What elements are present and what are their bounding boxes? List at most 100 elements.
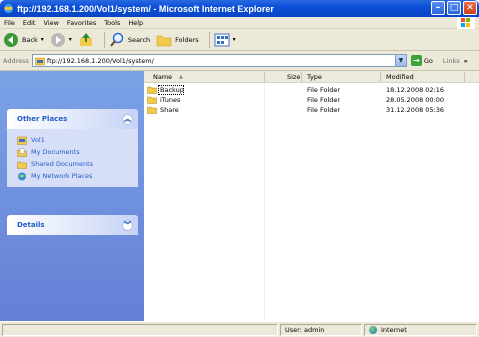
other-places-panel: Other Places ︽ Vol1 My Documents Shared … xyxy=(7,109,138,187)
column-header: Name ▲ Size Type Modified xyxy=(144,71,479,83)
column-divider[interactable] xyxy=(264,72,265,82)
status-zone: Internet xyxy=(364,324,477,336)
details-panel: Details ︾ xyxy=(7,215,138,235)
views-button[interactable]: ▾ xyxy=(214,33,236,47)
menu-bar: File Edit View Favorites Tools Help xyxy=(0,17,479,29)
menu-view[interactable]: View xyxy=(43,19,58,27)
file-type: File Folder xyxy=(307,106,341,114)
back-button[interactable]: Back ▾ xyxy=(3,32,44,48)
column-name[interactable]: Name xyxy=(153,73,172,81)
folder-icon xyxy=(147,106,157,114)
ie-icon xyxy=(4,4,13,13)
status-user: User: admin xyxy=(280,324,362,336)
other-places-header[interactable]: Other Places ︽ xyxy=(7,109,138,129)
task-pane: Other Places ︽ Vol1 My Documents Shared … xyxy=(0,71,144,321)
minimize-button[interactable]: – xyxy=(431,1,445,15)
views-dropdown-icon[interactable]: ▾ xyxy=(233,36,236,43)
network-places-icon xyxy=(18,172,26,180)
place-shared-documents[interactable]: Shared Documents xyxy=(17,158,138,170)
file-name: Share xyxy=(160,106,179,114)
address-dropdown-icon[interactable]: ▼ xyxy=(394,55,406,66)
my-documents-icon xyxy=(17,147,27,157)
file-name: iTunes xyxy=(160,96,181,104)
place-label: Shared Documents xyxy=(31,160,94,168)
column-divider[interactable] xyxy=(301,72,302,82)
address-label: Address xyxy=(3,56,29,65)
column-divider[interactable] xyxy=(380,72,381,82)
column-modified[interactable]: Modified xyxy=(386,73,414,81)
status-zone-text: Internet xyxy=(381,326,407,334)
up-folder-button[interactable] xyxy=(78,32,94,48)
place-my-network-places[interactable]: My Network Places xyxy=(17,170,138,182)
internet-zone-icon xyxy=(369,326,377,334)
back-dropdown-icon[interactable]: ▾ xyxy=(41,36,44,43)
folders-label: Folders xyxy=(175,35,199,44)
file-modified: 18.12.2008 02:16 xyxy=(386,86,445,94)
folder-icon xyxy=(147,86,157,94)
address-bar: Address ftp://192.168.1.200/Vol1/system/… xyxy=(0,51,479,71)
file-name: Backup xyxy=(160,86,184,94)
back-label: Back xyxy=(22,35,38,44)
forward-dropdown-icon[interactable]: ▾ xyxy=(69,36,72,43)
title-bar: ftp://192.168.1.200/Vol1/system/ - Micro… xyxy=(0,0,479,17)
file-modified: 28.05.2008 00:00 xyxy=(386,96,445,104)
place-label: My Network Places xyxy=(31,172,93,180)
forward-button[interactable]: ▾ xyxy=(50,32,72,48)
file-row[interactable]: Share File Folder 31.12.2008 05:36 xyxy=(144,105,479,115)
ftp-folder-icon xyxy=(35,57,45,65)
folders-button[interactable]: Folders xyxy=(156,32,199,48)
column-guide xyxy=(264,83,265,321)
file-type: File Folder xyxy=(307,86,341,94)
go-button[interactable]: → Go xyxy=(410,55,433,66)
ftp-folder-icon xyxy=(17,136,27,145)
windows-logo-icon xyxy=(457,17,475,29)
folders-icon xyxy=(156,35,172,46)
file-row[interactable]: iTunes File Folder 28.05.2008 00:00 xyxy=(144,95,479,105)
maximize-button[interactable]: □ xyxy=(447,1,461,15)
search-button[interactable]: Search xyxy=(109,32,150,48)
sort-ascending-icon: ▲ xyxy=(179,74,183,80)
file-type: File Folder xyxy=(307,96,341,104)
toolbar-separator xyxy=(208,31,210,48)
place-vol1[interactable]: Vol1 xyxy=(17,134,138,146)
go-label: Go xyxy=(423,56,433,65)
collapse-icon[interactable]: ︽ xyxy=(122,113,133,125)
file-list: Name ▲ Size Type Modified Backup File Fo… xyxy=(144,71,479,321)
place-label: Vol1 xyxy=(31,136,45,144)
folder-icon xyxy=(147,96,157,104)
menu-edit[interactable]: Edit xyxy=(23,19,36,27)
views-icon xyxy=(214,33,230,46)
place-my-documents[interactable]: My Documents xyxy=(17,146,138,158)
search-label: Search xyxy=(127,35,151,44)
details-header[interactable]: Details ︾ xyxy=(7,215,138,235)
window-title: ftp://192.168.1.200/Vol1/system/ - Micro… xyxy=(17,3,274,14)
go-arrow-icon: → xyxy=(410,55,422,66)
links-label[interactable]: Links xyxy=(443,57,460,65)
back-arrow-icon xyxy=(4,32,18,47)
column-type[interactable]: Type xyxy=(307,73,322,81)
menu-tools[interactable]: Tools xyxy=(104,19,120,27)
expand-icon[interactable]: ︾ xyxy=(122,219,133,231)
file-modified: 31.12.2008 05:36 xyxy=(386,106,445,114)
address-input[interactable]: ftp://192.168.1.200/Vol1/system/ ▼ xyxy=(31,54,407,67)
details-title: Details xyxy=(17,221,45,229)
close-button[interactable]: ✕ xyxy=(463,1,477,15)
other-places-body: Vol1 My Documents Shared Documents My Ne… xyxy=(7,129,138,187)
address-value: ftp://192.168.1.200/Vol1/system/ xyxy=(46,56,154,65)
file-row[interactable]: Backup File Folder 18.12.2008 02:16 xyxy=(144,85,479,95)
place-label: My Documents xyxy=(31,148,80,156)
forward-arrow-icon xyxy=(50,32,65,47)
status-user-text: User: admin xyxy=(285,326,325,334)
menu-file[interactable]: File xyxy=(4,19,15,27)
shared-documents-icon xyxy=(17,161,27,169)
up-folder-icon xyxy=(79,32,92,46)
menu-help[interactable]: Help xyxy=(128,19,143,27)
links-chevron-icon[interactable]: » xyxy=(464,57,468,65)
toolbar-separator xyxy=(103,31,105,48)
status-bar: User: admin Internet xyxy=(0,321,479,337)
toolbar: Back ▾ ▾ Search Folders ▾ xyxy=(0,29,479,51)
status-main xyxy=(2,324,278,336)
column-divider[interactable] xyxy=(464,72,465,82)
menu-favorites[interactable]: Favorites xyxy=(67,19,96,27)
column-size[interactable]: Size xyxy=(287,73,300,81)
